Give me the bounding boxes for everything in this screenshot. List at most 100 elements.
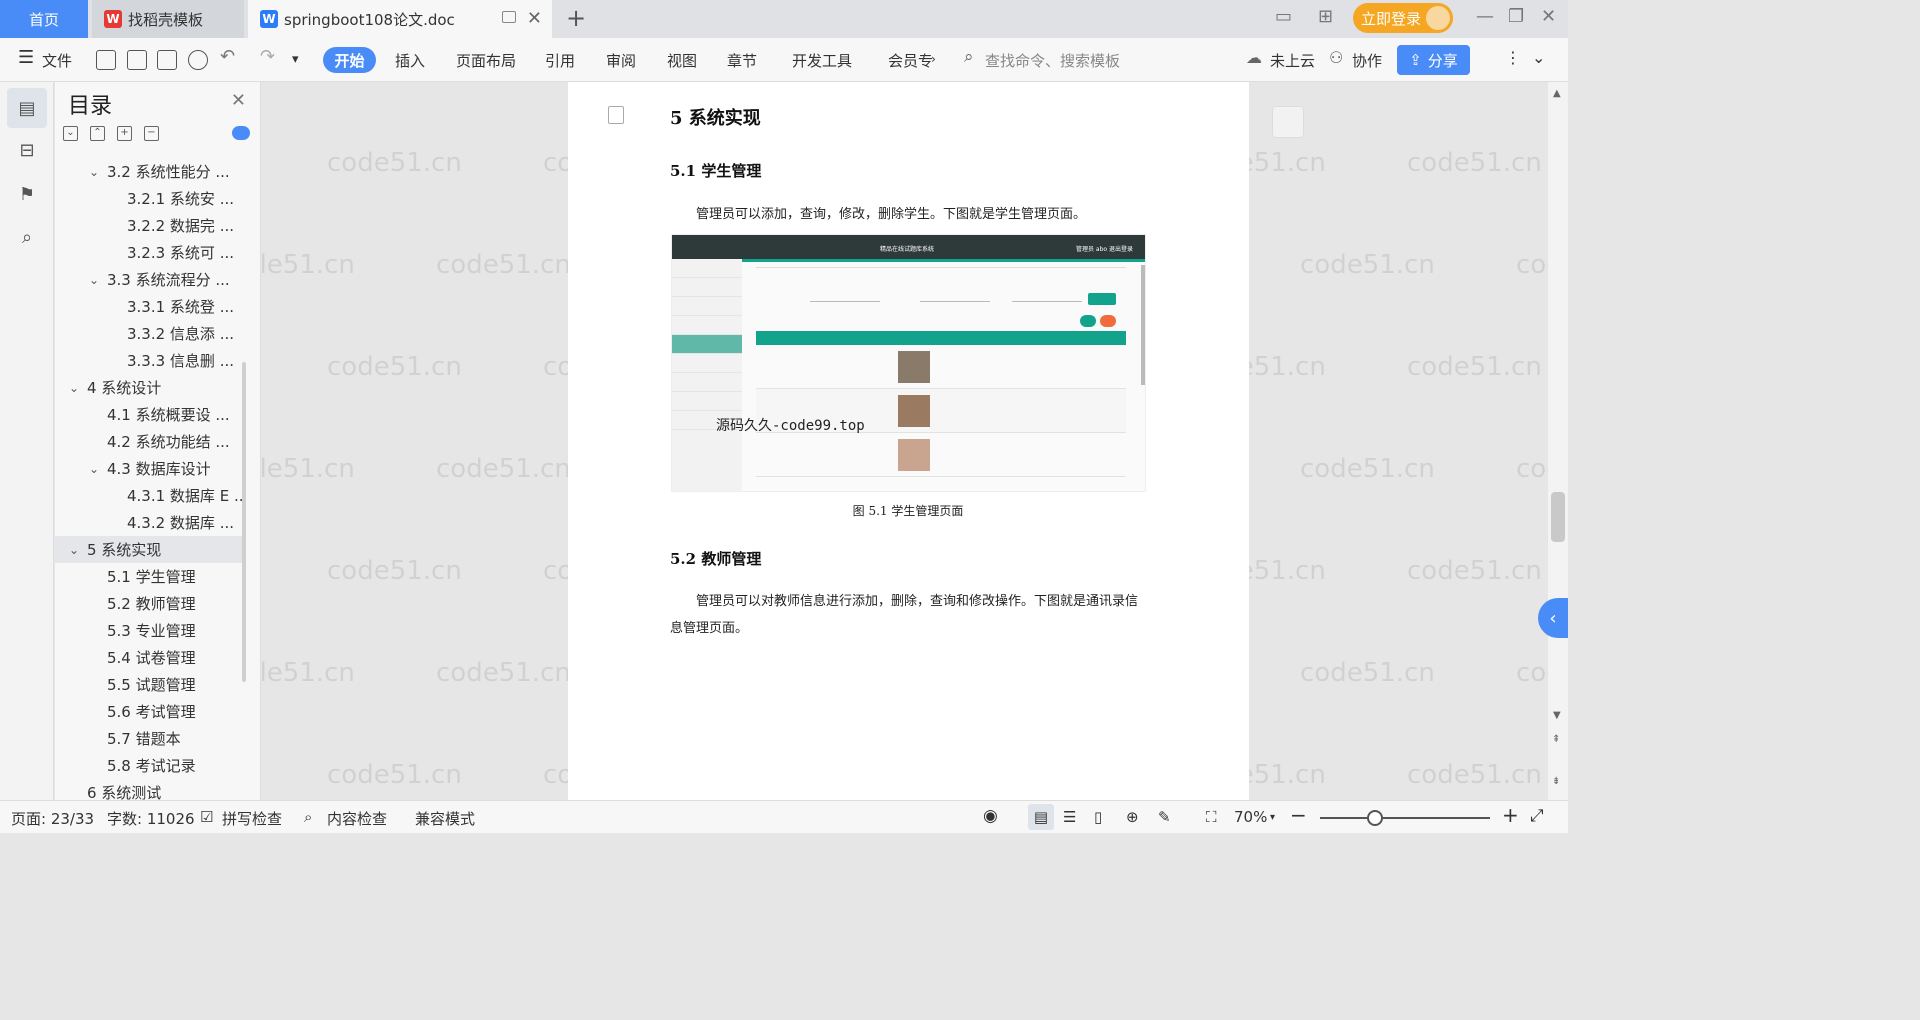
eye-protection-icon[interactable]: ◉ <box>983 806 998 826</box>
toc-item[interactable]: 5.3 专业管理 <box>55 617 245 644</box>
minimize-icon[interactable]: — <box>1476 6 1494 27</box>
save-icon[interactable] <box>96 50 116 70</box>
monitor-icon[interactable] <box>502 11 516 23</box>
add-heading-icon[interactable]: + <box>117 126 132 141</box>
content-check-button[interactable]: 内容检查 <box>327 808 387 829</box>
scroll-up-icon[interactable]: ▲ <box>1553 88 1561 99</box>
toc-item[interactable]: 3.2.2 数据完 ... <box>55 212 245 239</box>
layout-icon[interactable]: ▭ <box>1275 6 1292 27</box>
ribbon-more-icon[interactable]: › <box>931 52 936 66</box>
toc-item[interactable]: 4.1 系统概要设 ... <box>55 401 245 428</box>
word-count[interactable]: 字数: 11026 <box>107 808 195 829</box>
close-tab-icon[interactable]: ✕ <box>527 8 542 29</box>
tab-start[interactable]: 开始 <box>323 47 376 73</box>
expand-all-icon[interactable]: ⌄ <box>63 126 78 141</box>
remove-heading-icon[interactable]: − <box>144 126 159 141</box>
find-icon[interactable]: ⌕ <box>15 225 39 249</box>
prev-page-icon[interactable]: ⇞ <box>1552 734 1560 745</box>
toc-item[interactable]: ⌄ 3.3 系统流程分 ... <box>55 266 245 293</box>
write-view-icon[interactable]: ✎ <box>1158 808 1171 826</box>
floating-toolbar-button[interactable] <box>1272 106 1304 138</box>
chevron-down-icon[interactable]: ⌄ <box>89 273 99 287</box>
collapse-all-icon[interactable]: ⌃ <box>90 126 105 141</box>
scroll-thumb[interactable] <box>1551 492 1565 542</box>
document-page[interactable]: 5 系统实现 5.1 学生管理 管理员可以添加，查询，修改，删除学生。下图就是学… <box>568 82 1249 800</box>
zoom-out-icon[interactable]: − <box>1290 803 1307 827</box>
zoom-in-icon[interactable]: + <box>1502 803 1519 827</box>
toc-item[interactable]: 3.2.3 系统可 ... <box>55 239 245 266</box>
toc-item[interactable]: 5.4 试卷管理 <box>55 644 245 671</box>
tab-chapter[interactable]: 章节 <box>727 50 757 71</box>
page-format-icon[interactable] <box>608 106 624 124</box>
web-view-icon[interactable]: ⊕ <box>1126 808 1139 826</box>
toc-item[interactable]: 3.3.2 信息添 ... <box>55 320 245 347</box>
page-counter[interactable]: 页面: 23/33 <box>11 808 94 829</box>
bookmark-icon[interactable]: ⚑ <box>15 182 39 206</box>
outline-icon[interactable]: ⊟ <box>15 138 39 162</box>
toc-item[interactable]: 3.3.3 信息删 ... <box>55 347 245 374</box>
toc-item[interactable]: ⌄ 5 系统实现 <box>55 536 245 563</box>
tab-review[interactable]: 审阅 <box>606 50 636 71</box>
tab-template[interactable]: W 找稻壳模板 <box>92 0 244 38</box>
toc-item[interactable]: ⌄ 4 系统设计 <box>55 374 245 401</box>
new-tab-button[interactable]: + <box>566 4 586 32</box>
toc-scrollbar[interactable] <box>242 362 246 682</box>
tab-home[interactable]: 首页 <box>0 0 88 38</box>
toc-item[interactable]: 3.3.1 系统登 ... <box>55 293 245 320</box>
zoom-level[interactable]: 70% <box>1234 808 1267 826</box>
command-search-input[interactable]: 查找命令、搜索模板 <box>985 50 1120 71</box>
fit-page-icon[interactable]: ⛶ <box>1206 808 1217 826</box>
file-menu[interactable]: 文件 <box>42 50 72 71</box>
spell-check-button[interactable]: 拼写检查 <box>222 808 282 829</box>
tab-insert[interactable]: 插入 <box>395 50 425 71</box>
hamburger-menu-icon[interactable]: ☰ <box>18 47 34 68</box>
export-icon[interactable] <box>127 50 147 70</box>
toc-item[interactable]: 4.3.1 数据库 E ... <box>55 482 245 509</box>
redo-icon[interactable]: ↷ <box>260 46 275 67</box>
undo-icon[interactable]: ↶ <box>220 46 235 67</box>
tab-developer[interactable]: 开发工具 <box>792 50 852 71</box>
chevron-down-icon[interactable]: ⌄ <box>69 543 79 557</box>
print-icon[interactable] <box>157 50 177 70</box>
toc-item[interactable]: 5.2 教师管理 <box>55 590 245 617</box>
chevron-down-icon[interactable]: ⌄ <box>69 381 79 395</box>
tab-view[interactable]: 视图 <box>667 50 697 71</box>
restore-icon[interactable]: ❐ <box>1508 6 1524 27</box>
toc-item[interactable]: 4.3.2 数据库 ... <box>55 509 245 536</box>
scroll-down-icon[interactable]: ▼ <box>1553 710 1561 721</box>
ai-assist-icon[interactable] <box>232 126 250 140</box>
tab-member[interactable]: 会员专 <box>888 50 933 71</box>
vertical-scrollbar[interactable]: ▲ ▼ ⇞ ⇟ <box>1548 82 1568 800</box>
toc-item[interactable]: 6 系统测试 <box>55 779 245 800</box>
tab-page-layout[interactable]: 页面布局 <box>456 50 516 71</box>
collaborate-button[interactable]: 协作 <box>1352 50 1382 71</box>
outline-view-icon[interactable]: ☰ <box>1063 808 1076 826</box>
zoom-slider[interactable] <box>1320 817 1490 819</box>
toc-item[interactable]: 3.2.1 系统安 ... <box>55 185 245 212</box>
toc-item[interactable]: 5.6 考试管理 <box>55 698 245 725</box>
zoom-slider-knob[interactable] <box>1367 810 1383 826</box>
close-window-icon[interactable]: ✕ <box>1541 6 1556 27</box>
toc-item[interactable]: ⌄ 3.2 系统性能分 ... <box>55 158 245 185</box>
grid-apps-icon[interactable]: ⊞ <box>1318 6 1333 27</box>
next-page-icon[interactable]: ⇟ <box>1552 776 1560 787</box>
tab-references[interactable]: 引用 <box>545 50 575 71</box>
chevron-down-icon[interactable]: ⌄ <box>89 165 99 179</box>
toc-item[interactable]: 5.5 试题管理 <box>55 671 245 698</box>
quick-access-dropdown-icon[interactable]: ▾ <box>292 52 299 67</box>
toc-item[interactable]: 5.1 学生管理 <box>55 563 245 590</box>
zoom-dropdown-icon[interactable]: ▾ <box>1270 812 1275 823</box>
tab-document[interactable]: W springboot108论文.doc ✕ <box>248 0 552 38</box>
fullscreen-icon[interactable]: ⤢ <box>1530 806 1544 826</box>
toc-item[interactable]: 5.7 错题本 <box>55 725 245 752</box>
toc-item[interactable]: ⌄ 4.3 数据库设计 <box>55 455 245 482</box>
reading-view-icon[interactable]: ▯ <box>1094 808 1102 826</box>
toc-icon[interactable]: ▤ <box>15 96 39 120</box>
share-button[interactable]: ⇪ 分享 <box>1397 45 1470 75</box>
more-options-icon[interactable]: ⋮ <box>1505 48 1521 67</box>
toc-item[interactable]: 5.8 考试记录 <box>55 752 245 779</box>
chevron-down-icon[interactable]: ⌄ <box>89 462 99 476</box>
toc-item[interactable]: 4.2 系统功能结 ... <box>55 428 245 455</box>
cloud-status-button[interactable]: 未上云 <box>1270 50 1315 71</box>
login-button[interactable]: 立即登录 <box>1353 3 1453 33</box>
